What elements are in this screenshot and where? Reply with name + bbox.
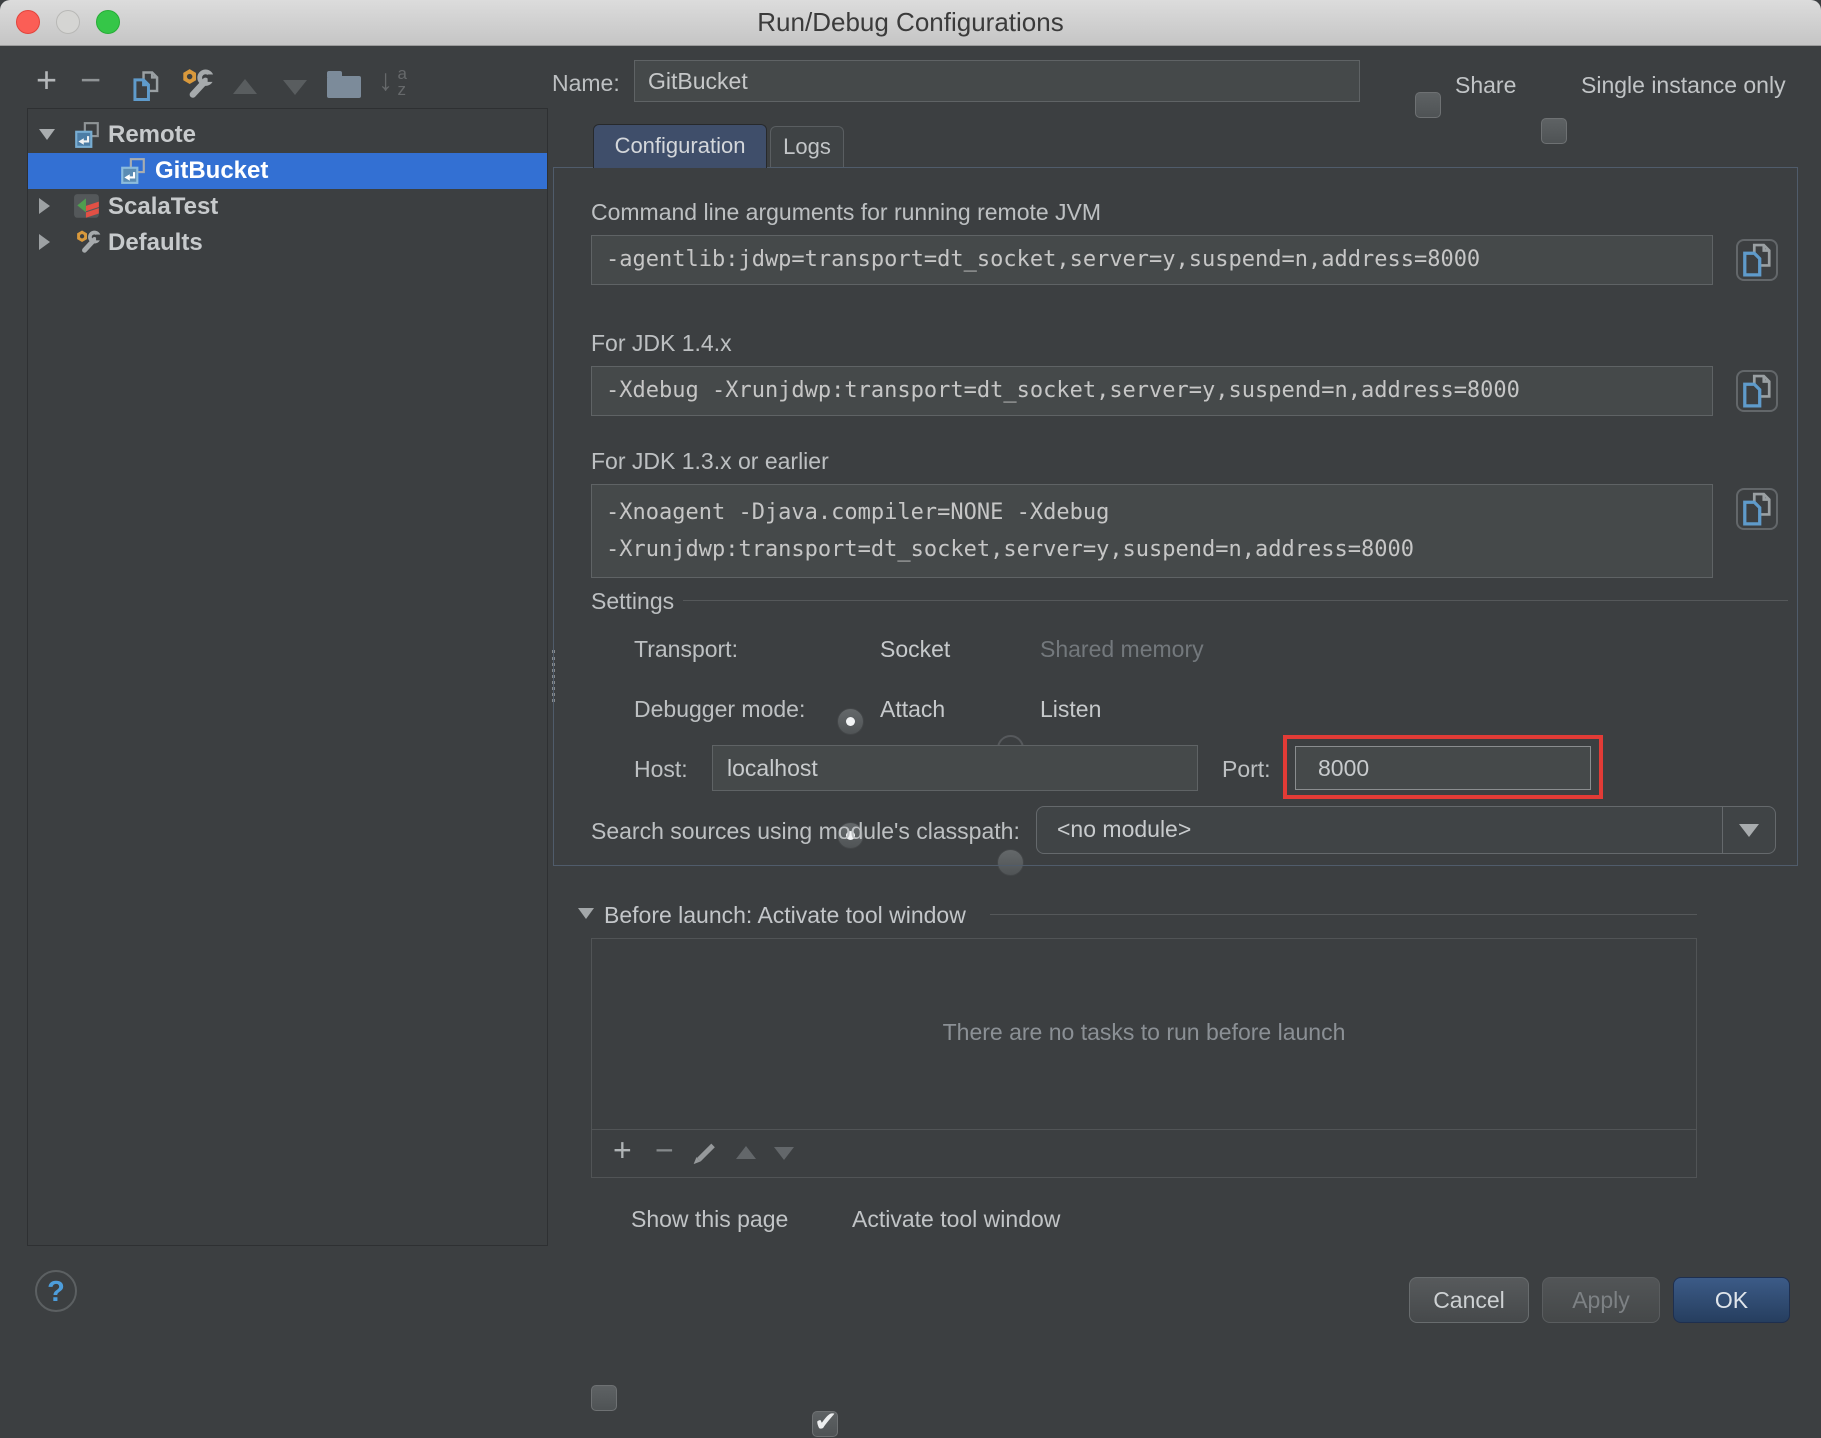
sort-configurations-button[interactable]: ↓ az	[378, 64, 407, 98]
before-launch-divider	[990, 914, 1697, 915]
name-label: Name:	[552, 70, 620, 97]
move-up-button[interactable]	[233, 79, 257, 94]
show-this-page-checkbox[interactable]	[591, 1385, 617, 1411]
remove-task-button[interactable]: −	[655, 1132, 674, 1169]
minimize-button[interactable]	[56, 10, 80, 34]
wrench-icon	[178, 66, 214, 102]
single-instance-checkbox[interactable]	[1541, 118, 1567, 144]
cancel-button[interactable]: Cancel	[1409, 1277, 1529, 1323]
configuration-panel	[553, 167, 1798, 866]
remote-config-icon	[73, 121, 101, 149]
scalatest-icon	[73, 193, 101, 221]
copy-icon	[128, 70, 164, 102]
apply-button[interactable]: Apply	[1542, 1277, 1660, 1323]
chevron-right-icon[interactable]	[39, 234, 50, 250]
move-down-button[interactable]	[283, 80, 307, 95]
share-label: Share	[1455, 72, 1516, 99]
sort-arrow-icon: ↓	[378, 64, 393, 97]
chevron-right-icon[interactable]	[39, 198, 50, 214]
help-button[interactable]: ?	[35, 1270, 77, 1312]
before-launch-task-list: There are no tasks to run before launch	[591, 938, 1697, 1130]
single-instance-label: Single instance only	[1581, 72, 1786, 99]
close-button[interactable]	[16, 10, 40, 34]
tab-configuration[interactable]: Configuration	[593, 124, 767, 168]
title-bar: Run/Debug Configurations	[0, 0, 1821, 46]
window-title: Run/Debug Configurations	[0, 0, 1821, 44]
tree-item-gitbucket[interactable]: GitBucket	[28, 153, 547, 189]
tree-item-defaults[interactable]: Defaults	[28, 225, 547, 261]
show-this-page-label: Show this page	[631, 1206, 788, 1233]
before-launch-collapse-icon[interactable]	[578, 908, 594, 919]
sort-az-icon: az	[397, 64, 406, 98]
move-task-up-button[interactable]	[736, 1146, 756, 1159]
activate-tool-window-checkbox[interactable]	[812, 1411, 838, 1437]
share-checkbox[interactable]	[1415, 92, 1441, 118]
move-task-down-button[interactable]	[774, 1147, 794, 1160]
chevron-down-icon[interactable]	[39, 129, 55, 140]
add-configuration-button[interactable]: +	[36, 66, 57, 94]
tab-logs[interactable]: Logs	[770, 126, 844, 168]
before-launch-header: Before launch: Activate tool window	[604, 902, 966, 929]
before-launch-toolbar: + −	[591, 1130, 1697, 1178]
configurations-tree: Remote GitBucket ScalaTest Def	[27, 108, 548, 1246]
activate-tool-window-label: Activate tool window	[852, 1206, 1060, 1233]
remove-configuration-button[interactable]: −	[80, 66, 101, 94]
ok-button[interactable]: OK	[1673, 1277, 1790, 1323]
copy-configuration-button[interactable]	[128, 70, 164, 107]
tree-item-scalatest[interactable]: ScalaTest	[28, 189, 547, 225]
add-task-button[interactable]: +	[613, 1132, 632, 1169]
zoom-button[interactable]	[96, 10, 120, 34]
edit-task-button[interactable]	[697, 1144, 715, 1162]
tree-item-remote[interactable]: Remote	[28, 117, 547, 153]
edit-defaults-button[interactable]	[178, 66, 214, 107]
no-tasks-message: There are no tasks to run before launch	[592, 1019, 1696, 1046]
name-input[interactable]: GitBucket	[634, 60, 1360, 102]
remote-config-icon	[119, 157, 147, 185]
new-folder-button[interactable]	[327, 76, 361, 98]
wrench-icon	[73, 228, 101, 256]
